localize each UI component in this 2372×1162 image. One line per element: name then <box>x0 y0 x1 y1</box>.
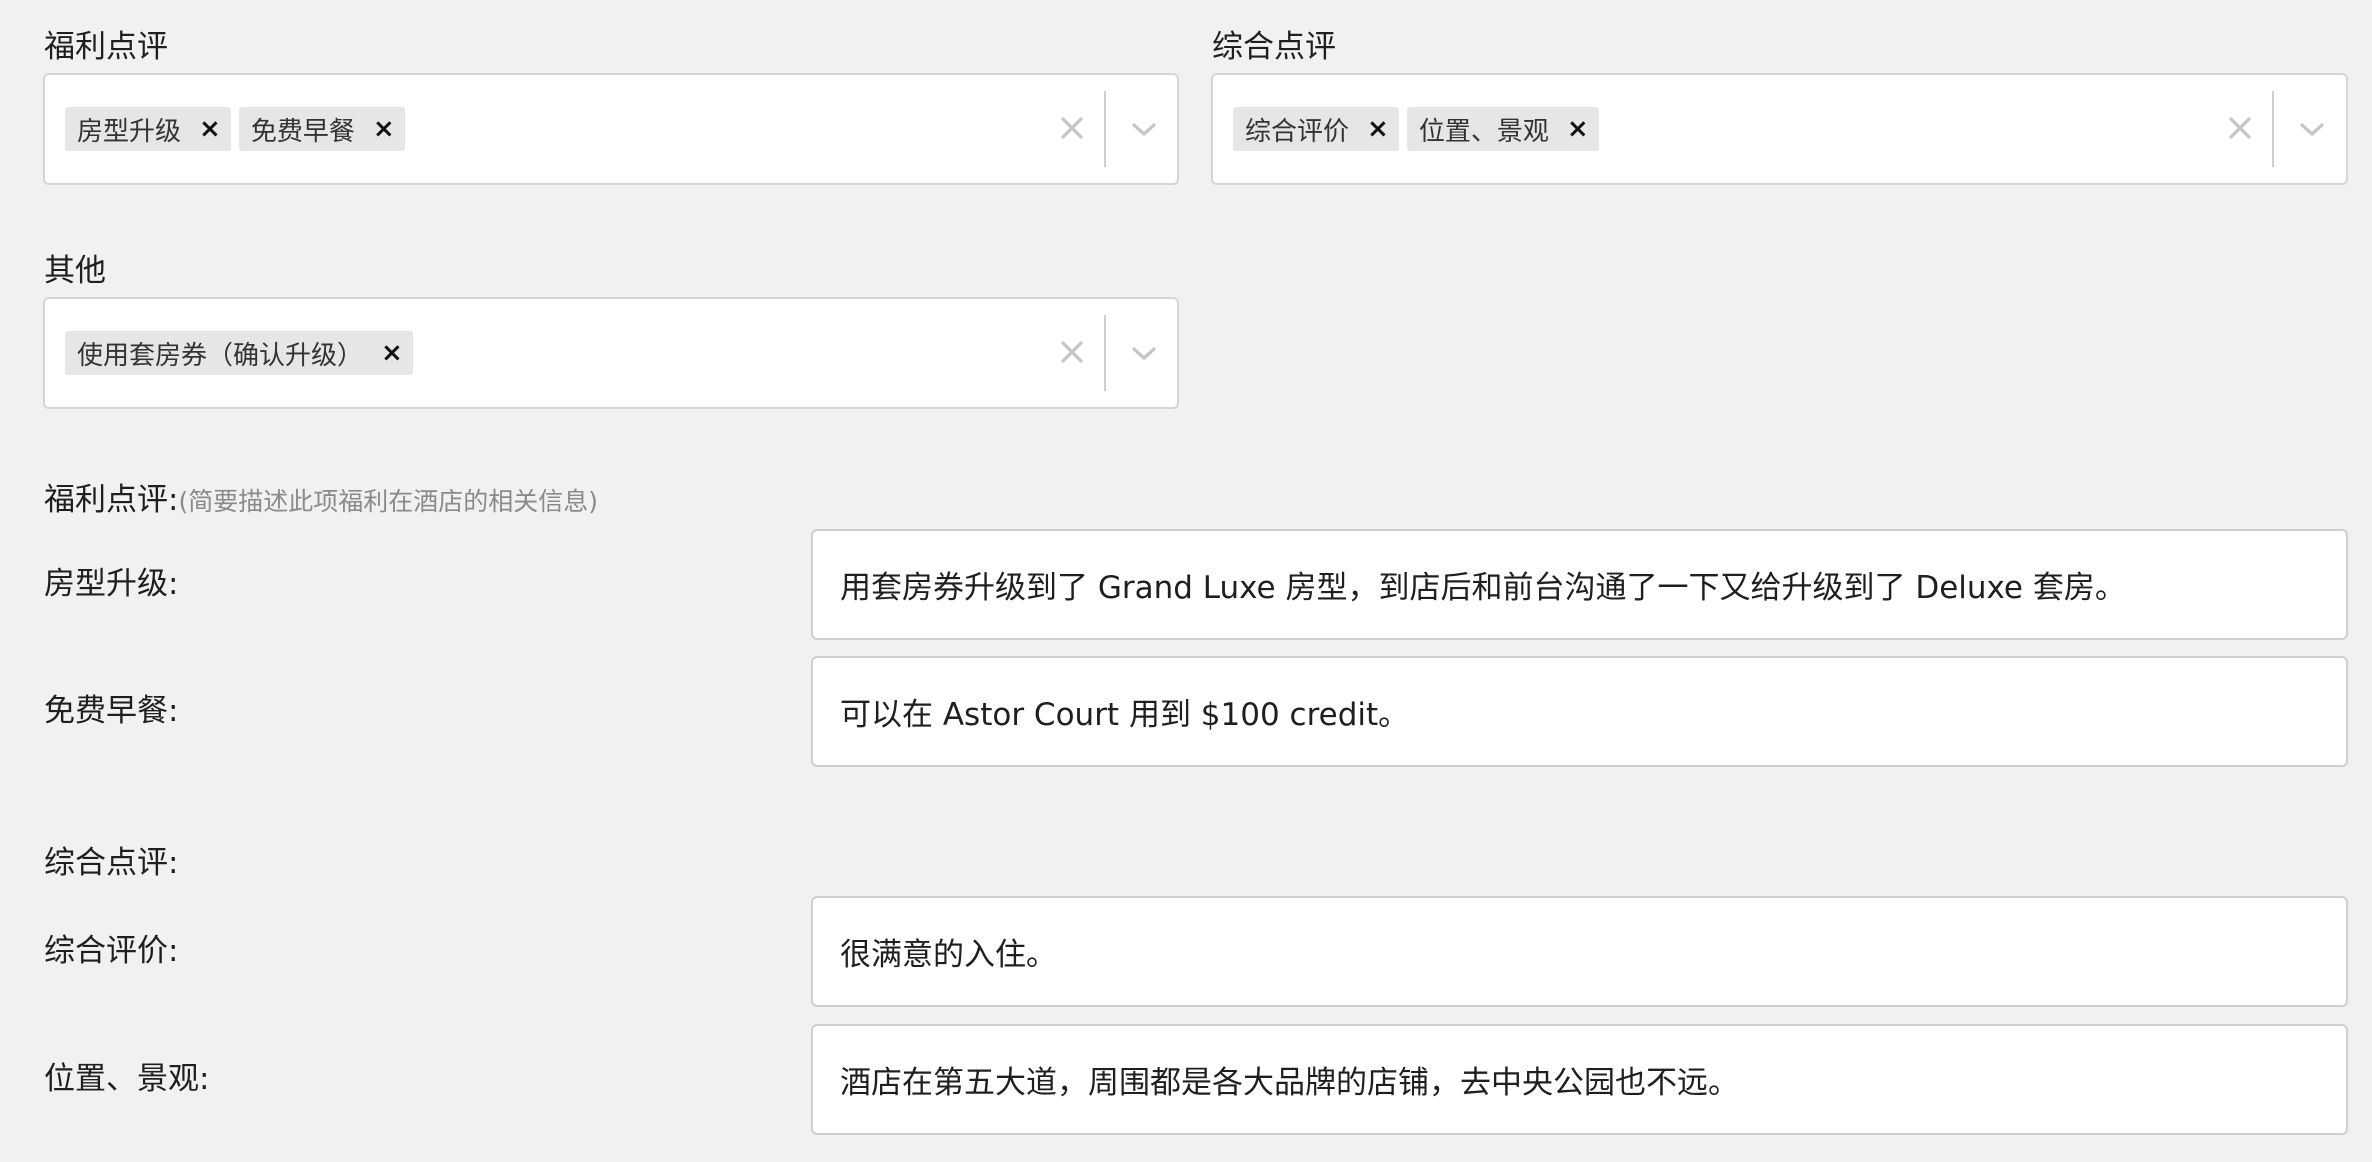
chip-free-breakfast: 免费早餐 × <box>238 107 405 151</box>
select-divider <box>1104 91 1106 167</box>
select-divider <box>1104 315 1106 391</box>
overall-multiselect[interactable]: 综合评价 × 位置、景观 × <box>1211 73 2348 185</box>
field-label-location-view: 位置、景观: <box>44 1061 210 1097</box>
clear-icon[interactable] <box>1057 103 1087 153</box>
chip-label: 使用套房券（确认升级） <box>77 340 364 371</box>
chip-label: 位置、景观 <box>1418 116 1549 147</box>
benefit-multiselect[interactable]: 房型升级 × 免费早餐 × <box>43 73 1179 185</box>
chevron-down-icon[interactable] <box>1129 339 1159 369</box>
chip-label: 免费早餐 <box>250 116 355 147</box>
chip-remove-icon[interactable]: × <box>381 340 403 366</box>
other-multiselect[interactable]: 使用套房券（确认升级） × <box>43 297 1179 409</box>
benefit-select-label: 福利点评 <box>44 29 168 65</box>
benefit-review-heading: 福利点评: (简要描述此项福利在酒店的相关信息) <box>44 482 598 518</box>
section-hint: (简要描述此项福利在酒店的相关信息) <box>178 487 598 516</box>
chip-room-upgrade: 房型升级 × <box>65 107 231 151</box>
other-select-label: 其他 <box>44 253 106 289</box>
chevron-down-icon[interactable] <box>1129 115 1159 145</box>
chevron-down-icon[interactable] <box>2297 115 2327 145</box>
free-breakfast-input[interactable]: 可以在 Astor Court 用到 $100 credit。 <box>811 656 2348 767</box>
overall-review-heading: 综合点评: <box>44 845 179 881</box>
section-title: 福利点评: <box>44 482 179 518</box>
chip-remove-icon[interactable]: × <box>373 116 395 142</box>
clear-icon[interactable] <box>1057 327 1087 377</box>
select-divider <box>2272 91 2274 167</box>
field-label-room-upgrade: 房型升级: <box>44 566 179 602</box>
chip-remove-icon[interactable]: × <box>1367 116 1389 142</box>
chip-overall-rating: 综合评价 × <box>1233 107 1399 151</box>
chip-remove-icon[interactable]: × <box>1567 116 1589 142</box>
field-label-overall-rating: 综合评价: <box>44 933 179 969</box>
location-view-input[interactable]: 酒店在第五大道，周围都是各大品牌的店铺，去中央公园也不远。 <box>811 1024 2348 1135</box>
chip-location-view: 位置、景观 × <box>1406 107 1599 151</box>
chip-suite-voucher: 使用套房券（确认升级） × <box>65 331 413 375</box>
chip-label: 房型升级 <box>77 116 182 147</box>
overall-rating-input[interactable]: 很满意的入住。 <box>811 896 2348 1007</box>
overall-select-label: 综合点评 <box>1212 29 1336 65</box>
field-label-free-breakfast: 免费早餐: <box>44 693 179 729</box>
clear-icon[interactable] <box>2225 103 2255 153</box>
chip-remove-icon[interactable]: × <box>199 116 221 142</box>
room-upgrade-input[interactable]: 用套房券升级到了 Grand Luxe 房型，到店后和前台沟通了一下又给升级到了… <box>811 529 2348 640</box>
chip-label: 综合评价 <box>1245 116 1350 147</box>
